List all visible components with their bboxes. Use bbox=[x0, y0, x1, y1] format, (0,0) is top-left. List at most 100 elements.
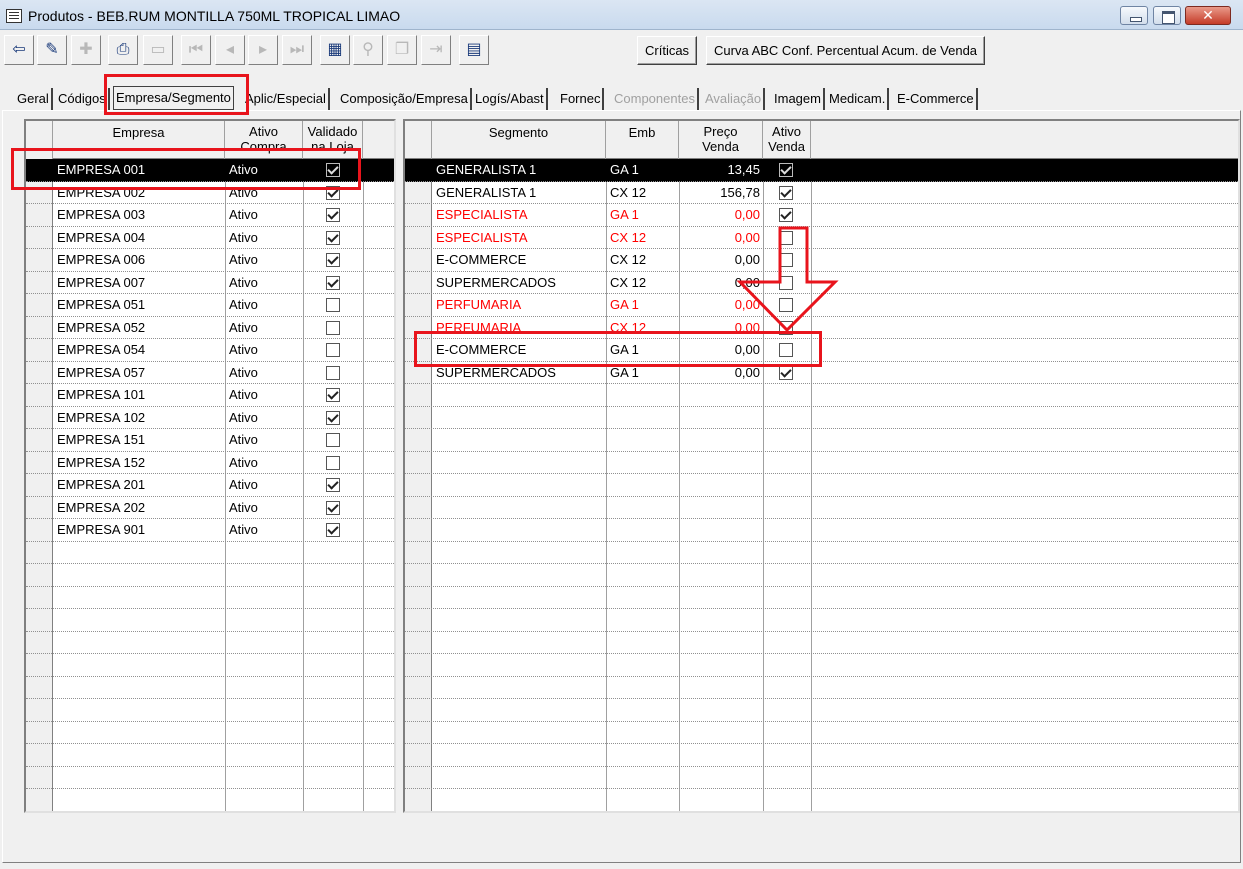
tab-medicam-[interactable]: Medicam. bbox=[826, 88, 890, 110]
ativo-compra-cell[interactable]: Ativo bbox=[225, 317, 303, 339]
ativo-compra-cell[interactable]: Ativo bbox=[225, 159, 303, 181]
validado-checkbox[interactable] bbox=[326, 298, 340, 312]
ativo-compra-cell[interactable]: Ativo bbox=[225, 339, 303, 361]
empresa-cell[interactable]: EMPRESA 901 bbox=[53, 519, 225, 541]
empty-row[interactable] bbox=[26, 722, 394, 744]
table-row[interactable]: EMPRESA 101 Ativo bbox=[26, 384, 394, 407]
ativo-venda-checkbox[interactable] bbox=[779, 163, 793, 177]
header-ativo-compra[interactable]: Ativo Compra bbox=[225, 121, 303, 159]
ativo-compra-cell[interactable]: Ativo bbox=[225, 227, 303, 249]
table-row[interactable]: E-COMMERCE GA 1 0,00 bbox=[405, 339, 1238, 362]
ativo-compra-cell[interactable]: Ativo bbox=[225, 294, 303, 316]
empty-row[interactable] bbox=[405, 699, 1238, 722]
empty-row[interactable] bbox=[405, 429, 1238, 452]
header-ativo-venda[interactable]: Ativo Venda bbox=[763, 121, 811, 159]
segmento-cell[interactable]: ESPECIALISTA bbox=[432, 227, 606, 249]
empresa-cell[interactable]: EMPRESA 201 bbox=[53, 474, 225, 496]
empty-row[interactable] bbox=[405, 609, 1238, 632]
segmento-cell[interactable]: GENERALISTA 1 bbox=[432, 182, 606, 204]
tab-e-commerce[interactable]: E-Commerce bbox=[894, 88, 978, 110]
empty-row[interactable] bbox=[26, 632, 394, 654]
table-row[interactable]: EMPRESA 057 Ativo bbox=[26, 362, 394, 384]
tab-empresa-segmento[interactable]: Empresa/Segmento bbox=[113, 86, 234, 110]
tab-log-s-abast[interactable]: Logís/Abast bbox=[472, 88, 548, 110]
ativo-compra-cell[interactable]: Ativo bbox=[225, 272, 303, 294]
emb-cell[interactable]: GA 1 bbox=[606, 294, 679, 316]
empty-row[interactable] bbox=[405, 789, 1238, 811]
new-record-button[interactable]: ✚ bbox=[71, 35, 101, 65]
empresa-grid[interactable]: Empresa Ativo Compra Validado na Loja EM… bbox=[24, 119, 396, 813]
header-emb[interactable]: Emb bbox=[606, 121, 679, 159]
tab-geral[interactable]: Geral bbox=[14, 88, 53, 110]
table-row[interactable]: GENERALISTA 1 GA 1 13,45 bbox=[405, 159, 1238, 182]
tab-fornec[interactable]: Fornec bbox=[557, 88, 605, 110]
preco-venda-cell[interactable]: 0,00 bbox=[679, 339, 763, 361]
ativo-compra-cell[interactable]: Ativo bbox=[225, 497, 303, 519]
empty-row[interactable] bbox=[405, 587, 1238, 609]
validado-checkbox[interactable] bbox=[326, 500, 340, 515]
preco-venda-cell[interactable]: 156,78 bbox=[679, 182, 763, 204]
segmento-grid[interactable]: Segmento Emb Preço Venda Ativo Venda GEN… bbox=[403, 119, 1240, 813]
header-empresa[interactable]: Empresa bbox=[53, 121, 225, 159]
ativo-compra-cell[interactable]: Ativo bbox=[225, 407, 303, 429]
preco-venda-cell[interactable]: 13,45 bbox=[679, 159, 763, 181]
export-button[interactable]: ⇥ bbox=[421, 35, 451, 65]
empty-row[interactable] bbox=[26, 744, 394, 767]
emb-cell[interactable]: CX 12 bbox=[606, 227, 679, 249]
ativo-compra-cell[interactable]: Ativo bbox=[225, 474, 303, 496]
validado-checkbox[interactable] bbox=[326, 320, 340, 335]
validado-checkbox[interactable] bbox=[326, 388, 340, 402]
segmento-cell[interactable]: PERFUMARIA bbox=[432, 317, 606, 339]
print-button[interactable]: ⎙ bbox=[108, 35, 138, 65]
list-view-button[interactable]: ▦ bbox=[320, 35, 350, 65]
ativo-venda-checkbox[interactable] bbox=[779, 343, 793, 357]
validado-checkbox[interactable] bbox=[326, 208, 340, 222]
empty-row[interactable] bbox=[26, 789, 394, 811]
exit-button[interactable]: ⇦ bbox=[4, 35, 34, 65]
table-row[interactable]: EMPRESA 202 Ativo bbox=[26, 497, 394, 519]
header-validado-loja[interactable]: Validado na Loja bbox=[303, 121, 363, 159]
prev-record-button[interactable]: ◂ bbox=[215, 35, 245, 65]
table-row[interactable]: EMPRESA 054 Ativo bbox=[26, 339, 394, 362]
validado-checkbox[interactable] bbox=[326, 163, 340, 177]
segmento-cell[interactable]: PERFUMARIA bbox=[432, 294, 606, 316]
empty-row[interactable] bbox=[405, 632, 1238, 654]
empty-row[interactable] bbox=[405, 722, 1238, 744]
curva-abc-button[interactable]: Curva ABC Conf. Percentual Acum. de Vend… bbox=[706, 36, 986, 65]
empresa-cell[interactable]: EMPRESA 001 bbox=[53, 159, 225, 181]
empty-row[interactable] bbox=[26, 609, 394, 632]
empresa-cell[interactable]: EMPRESA 007 bbox=[53, 272, 225, 294]
empty-row[interactable] bbox=[405, 564, 1238, 587]
table-row[interactable]: EMPRESA 051 Ativo bbox=[26, 294, 394, 317]
table-row[interactable]: GENERALISTA 1 CX 12 156,78 bbox=[405, 182, 1238, 204]
empty-row[interactable] bbox=[405, 474, 1238, 497]
table-row[interactable]: EMPRESA 151 Ativo bbox=[26, 429, 394, 452]
validado-checkbox[interactable] bbox=[326, 365, 340, 380]
ativo-venda-checkbox[interactable] bbox=[779, 365, 793, 380]
empty-row[interactable] bbox=[405, 542, 1238, 564]
next-record-button[interactable]: ▸ bbox=[248, 35, 278, 65]
ativo-compra-cell[interactable]: Ativo bbox=[225, 384, 303, 406]
delete-button[interactable]: ▭ bbox=[143, 35, 173, 65]
ativo-compra-cell[interactable]: Ativo bbox=[225, 429, 303, 451]
ativo-venda-checkbox[interactable] bbox=[779, 208, 793, 222]
ativo-compra-cell[interactable]: Ativo bbox=[225, 452, 303, 474]
empty-row[interactable] bbox=[26, 677, 394, 699]
ativo-compra-cell[interactable]: Ativo bbox=[225, 182, 303, 204]
header-segmento[interactable]: Segmento bbox=[432, 121, 606, 159]
empty-row[interactable] bbox=[26, 587, 394, 609]
empty-row[interactable] bbox=[405, 452, 1238, 474]
validado-checkbox[interactable] bbox=[326, 478, 340, 492]
validado-checkbox[interactable] bbox=[326, 455, 340, 470]
edit-button[interactable]: ✎ bbox=[37, 35, 67, 65]
empty-row[interactable] bbox=[405, 767, 1238, 789]
empty-row[interactable] bbox=[26, 699, 394, 722]
emb-cell[interactable]: CX 12 bbox=[606, 182, 679, 204]
table-row[interactable]: EMPRESA 002 Ativo bbox=[26, 182, 394, 204]
minimize-button[interactable] bbox=[1120, 6, 1148, 25]
tab-aplic-especial[interactable]: Aplic/Especial bbox=[242, 88, 330, 110]
empresa-cell[interactable]: EMPRESA 002 bbox=[53, 182, 225, 204]
emb-cell[interactable]: GA 1 bbox=[606, 204, 679, 226]
table-row[interactable]: EMPRESA 004 Ativo bbox=[26, 227, 394, 249]
table-row[interactable]: EMPRESA 901 Ativo bbox=[26, 519, 394, 542]
